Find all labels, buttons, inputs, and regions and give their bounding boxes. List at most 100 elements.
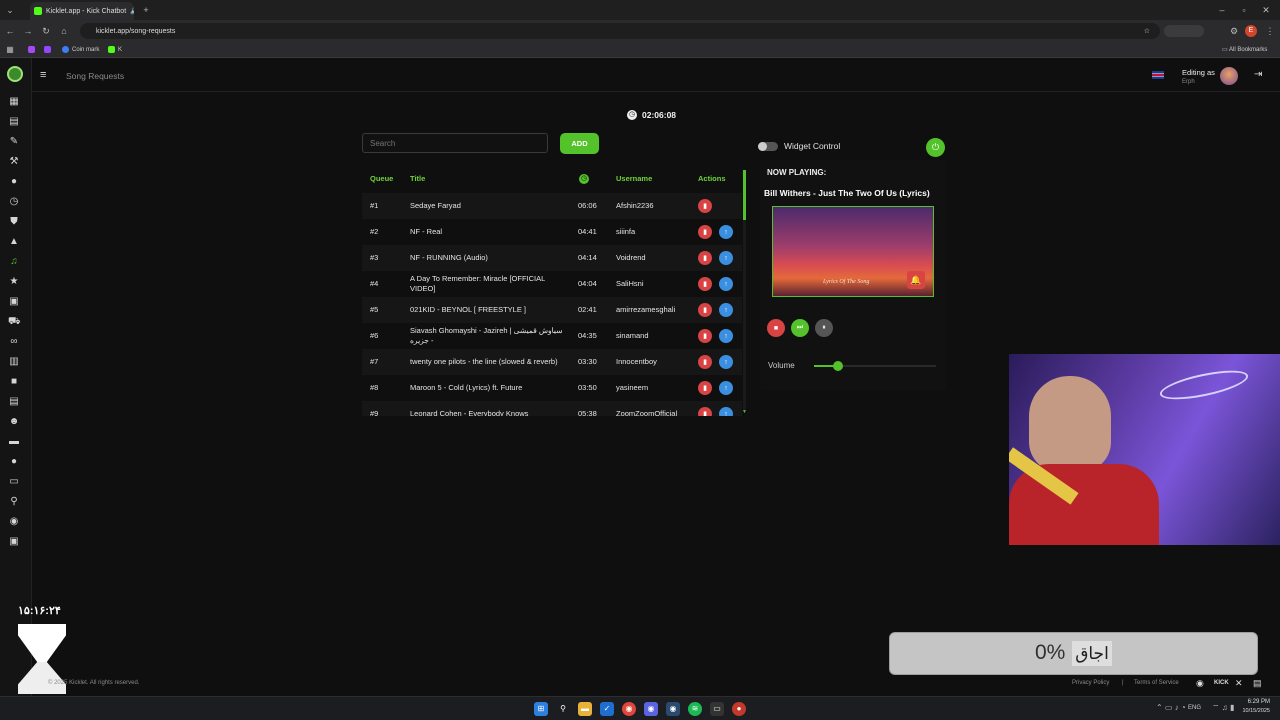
logout-icon[interactable]: ⇥ <box>1254 69 1262 80</box>
power-button[interactable]: ⏻ <box>926 138 945 157</box>
stop-button[interactable]: ■ <box>767 319 785 337</box>
extensions-icon[interactable]: ⚙ <box>1228 25 1240 37</box>
all-bookmarks[interactable]: ▭ All Bookmarks <box>1222 46 1267 53</box>
extensions-group[interactable] <box>1164 25 1204 37</box>
minimize-icon[interactable]: – <box>1216 4 1228 16</box>
move-up-button[interactable]: ↑ <box>719 407 733 416</box>
menu-icon[interactable]: ≡ <box>40 69 46 81</box>
move-up-button[interactable]: ↑ <box>719 225 733 239</box>
window-close-icon[interactable]: ✕ <box>1260 4 1272 16</box>
browser-tab[interactable]: Kicklet.app - Kick Chatbot 🔊 ✕ <box>30 2 134 20</box>
table-scrollbar-thumb[interactable] <box>743 170 746 220</box>
move-up-button[interactable]: ↑ <box>719 381 733 395</box>
new-tab-icon[interactable]: + <box>140 4 152 16</box>
tab-search-icon[interactable]: ⌄ <box>4 4 16 16</box>
taskbar-date[interactable]: 10/15/2025 <box>1238 708 1270 714</box>
scroll-down-icon[interactable]: ▼ <box>742 409 747 415</box>
browser-menu-icon[interactable]: ⋮ <box>1264 25 1276 37</box>
docs-footer-icon[interactable]: ▤ <box>1253 678 1262 689</box>
kick-footer-icon[interactable]: KICK <box>1214 680 1229 686</box>
chrome-icon[interactable]: ◉ <box>622 702 636 716</box>
kicklet-logo[interactable] <box>7 66 23 82</box>
song-title: twenty one pilots - the line (slowed & r… <box>410 357 558 366</box>
song-duration: 04:35 <box>578 331 597 340</box>
table-row: #3 NF - RUNNING (Audio) 04:14 Voidrend ▮ ↑ <box>362 245 742 271</box>
steam-icon[interactable]: ◉ <box>666 702 680 716</box>
monitor-icon[interactable]: ▭ <box>8 476 20 488</box>
pause-button[interactable]: ⏸ <box>815 319 833 337</box>
start-icon[interactable]: ⊞ <box>534 702 548 716</box>
volume-slider[interactable] <box>814 361 936 371</box>
discord-icon[interactable]: ◉ <box>8 516 20 528</box>
privacy-link[interactable]: Privacy Policy <box>1072 680 1109 686</box>
delete-song-button[interactable]: ▮ <box>698 251 712 265</box>
discord-taskbar-icon[interactable]: ◉ <box>644 702 658 716</box>
delete-song-button[interactable]: ▮ <box>698 381 712 395</box>
bookmark-k[interactable]: K <box>108 46 122 53</box>
move-up-button[interactable]: ↑ <box>719 329 733 343</box>
kicklet-favicon <box>34 7 42 15</box>
terms-link[interactable]: Terms of Service <box>1134 680 1179 686</box>
song-duration: 02:41 <box>578 305 597 314</box>
input-language[interactable]: ENG <box>1188 705 1201 711</box>
spotify-icon[interactable]: ≋ <box>688 702 702 716</box>
move-up-button[interactable]: ↑ <box>719 251 733 265</box>
col-title: Title <box>410 174 426 183</box>
terminal-icon[interactable]: ▭ <box>710 702 724 716</box>
apps-grid-icon[interactable]: ▦ <box>4 44 16 56</box>
song-title: NF - Real <box>410 227 443 236</box>
delete-song-button[interactable]: ▮ <box>698 329 712 343</box>
reload-icon[interactable]: ↻ <box>40 25 52 37</box>
back-icon[interactable]: ← <box>4 25 16 37</box>
message-icon[interactable]: ● <box>8 456 20 468</box>
taskbar-time[interactable]: 6:29 PM <box>1240 699 1270 705</box>
bookmark-icon[interactable] <box>28 46 35 53</box>
chat-icon[interactable]: ● <box>8 176 20 188</box>
wallet-icon[interactable]: ▣ <box>8 536 20 548</box>
search-input[interactable] <box>362 133 548 153</box>
film-icon[interactable]: ▬ <box>8 436 20 448</box>
profile-avatar[interactable]: E <box>1245 25 1257 37</box>
twitch-bookmark-icon[interactable] <box>44 46 51 53</box>
widget-control-toggle[interactable] <box>758 142 778 151</box>
maximize-icon[interactable]: ▫ <box>1238 4 1250 16</box>
bookmark-star-icon[interactable]: ☆ <box>1144 27 1150 35</box>
hammer-icon[interactable]: ⚒ <box>8 156 20 168</box>
pen-icon[interactable]: ✎ <box>8 136 20 148</box>
footer-separator: | <box>1122 680 1124 686</box>
queue-number: #1 <box>370 201 379 210</box>
delete-song-button[interactable]: ▮ <box>698 277 712 291</box>
forward-icon[interactable]: → <box>22 25 34 37</box>
smile-icon[interactable]: ☻ <box>8 416 20 428</box>
user-avatar[interactable] <box>1220 67 1238 85</box>
obs-icon[interactable]: ● <box>732 702 746 716</box>
delete-song-button[interactable]: ▮ <box>698 199 712 213</box>
file-explorer-icon[interactable]: ▬ <box>578 702 592 716</box>
delete-song-button[interactable]: ▮ <box>698 407 712 416</box>
taskbar-search-icon[interactable]: ⚲ <box>556 702 570 716</box>
tray-icons[interactable]: ⌃ ▭ ♪ ◔ <box>1156 703 1186 712</box>
move-up-button[interactable]: ↑ <box>719 277 733 291</box>
url-bar[interactable]: kicklet.app/song-requests ☆ <box>80 23 1160 39</box>
clipboard-icon[interactable]: ▤ <box>8 116 20 128</box>
delete-song-button[interactable]: ▮ <box>698 303 712 317</box>
discord-footer-icon[interactable]: ◉ <box>1196 678 1204 689</box>
delete-song-button[interactable]: ▮ <box>698 355 712 369</box>
bell-icon: 🔔 <box>907 271 925 289</box>
home-icon[interactable]: ⌂ <box>58 25 70 37</box>
queue-number: #7 <box>370 357 379 366</box>
skip-button[interactable]: ⏭ <box>791 319 809 337</box>
add-button[interactable]: ADD <box>560 133 599 154</box>
vscode-icon[interactable]: ✓ <box>600 702 614 716</box>
uk-flag-icon[interactable] <box>1152 71 1164 79</box>
requester-username: Voidrend <box>616 253 646 262</box>
move-up-button[interactable]: ↑ <box>719 303 733 317</box>
bookmark-coin-mark[interactable]: Coin mark <box>62 46 99 53</box>
search-icon[interactable]: ⚲ <box>8 496 20 508</box>
x-footer-icon[interactable]: ✕ <box>1235 678 1243 689</box>
delete-song-button[interactable]: ▮ <box>698 225 712 239</box>
dashboard-icon[interactable]: ▦ <box>8 96 20 108</box>
table-scrollbar-track[interactable] <box>743 170 746 410</box>
network-icon[interactable]: ⌔ ♫ ▮ <box>1212 703 1234 713</box>
move-up-button[interactable]: ↑ <box>719 355 733 369</box>
